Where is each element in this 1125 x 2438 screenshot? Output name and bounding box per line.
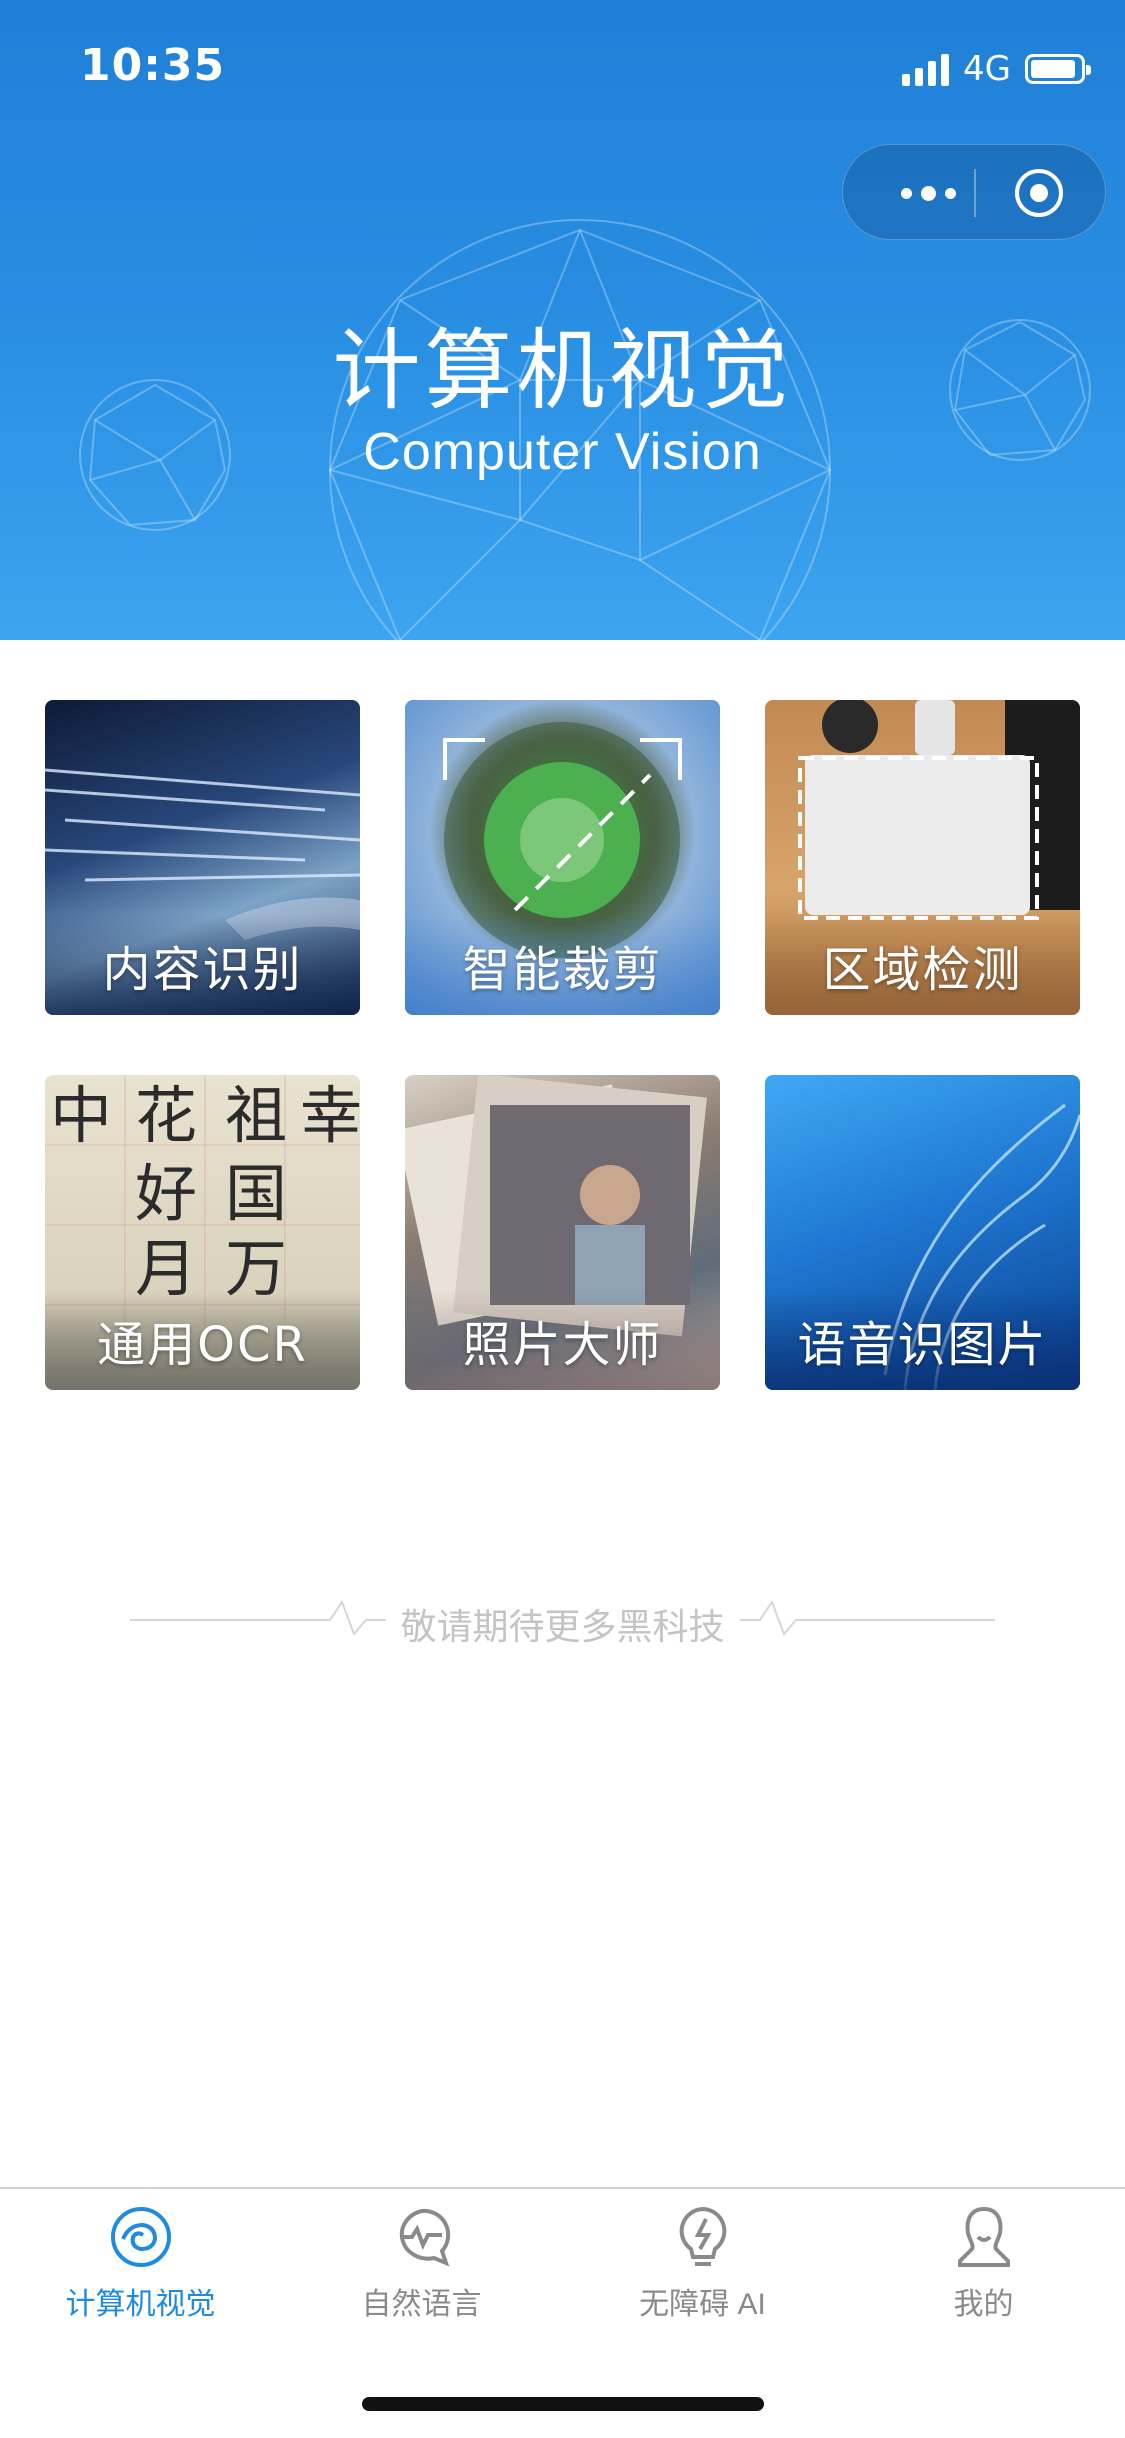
feature-label: 通用OCR	[45, 1290, 360, 1390]
feature-label: 区域检测	[765, 915, 1080, 1015]
tab-label: 我的	[953, 2288, 1014, 2321]
eye-swirl-icon	[110, 2207, 171, 2267]
svg-text:中: 中	[50, 1079, 112, 1152]
feature-tile-content-recognition[interactable]: 内容识别	[45, 700, 360, 1015]
header-banner: 10:35 4G 计算机视觉 Computer Vision	[0, 0, 1125, 640]
signal-icon	[902, 52, 950, 86]
feature-label: 智能裁剪	[405, 915, 720, 1015]
tab-natural-language[interactable]: 自然语言	[281, 2205, 562, 2335]
feature-tile-smart-crop[interactable]: 智能裁剪	[405, 700, 720, 1015]
svg-text:花: 花	[135, 1079, 197, 1152]
svg-text:祖: 祖	[225, 1079, 287, 1152]
coming-soon-note: 敬请期待更多黑科技	[130, 1590, 995, 1650]
svg-text:好: 好	[135, 1157, 197, 1230]
coming-soon-text: 敬请期待更多黑科技	[400, 1607, 725, 1648]
svg-text:幸: 幸	[300, 1079, 360, 1152]
feature-tile-general-ocr[interactable]: 花祖 好国 月万 中幸 通用OCR	[45, 1075, 360, 1390]
feature-label: 语音识图片	[765, 1290, 1080, 1390]
target-circle-icon[interactable]	[1013, 167, 1065, 219]
status-indicators: 4G	[902, 48, 1091, 90]
miniprogram-capsule	[842, 144, 1106, 240]
page-title: 计算机视觉	[332, 319, 793, 422]
home-indicator[interactable]	[362, 2397, 764, 2411]
tab-mine[interactable]: 我的	[843, 2205, 1124, 2335]
more-dots-icon[interactable]	[883, 145, 973, 241]
page-subtitle: Computer Vision	[363, 423, 762, 481]
tab-label: 自然语言	[361, 2288, 482, 2321]
status-time: 10:35	[80, 40, 226, 91]
tab-computer-vision[interactable]: 计算机视觉	[0, 2205, 281, 2335]
feature-label: 内容识别	[45, 915, 360, 1015]
capsule-divider	[974, 169, 976, 217]
network-label: 4G	[963, 49, 1011, 89]
battery-icon	[1025, 54, 1091, 84]
feature-tile-region-detection[interactable]: 区域检测	[765, 700, 1080, 1015]
feature-label: 照片大师	[405, 1290, 720, 1390]
tab-label: 计算机视觉	[65, 2288, 216, 2321]
lightbulb-icon	[679, 2206, 726, 2266]
tab-label: 无障碍 AI	[639, 2288, 766, 2321]
tab-accessible-ai[interactable]: 无障碍 AI	[562, 2205, 843, 2335]
user-icon	[957, 2206, 1010, 2267]
feature-tile-photo-master[interactable]: 照片大师	[405, 1075, 720, 1390]
feature-tile-voice-to-image[interactable]: 语音识图片	[765, 1075, 1080, 1390]
svg-text:国: 国	[225, 1157, 287, 1230]
chat-wave-icon	[399, 2208, 450, 2267]
